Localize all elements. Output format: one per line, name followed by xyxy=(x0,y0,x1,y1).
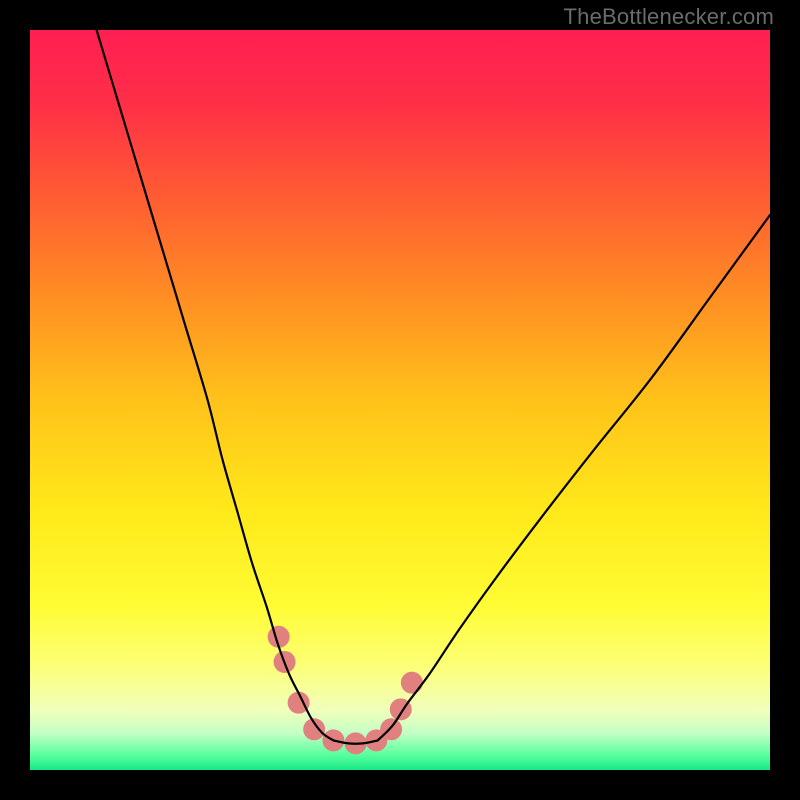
right-branch-curve xyxy=(378,215,770,740)
valley-marker xyxy=(380,718,402,740)
plot-area xyxy=(30,30,770,770)
valley-markers xyxy=(268,626,423,755)
curve-layer xyxy=(30,30,770,770)
watermark-text: TheBottlenecker.com xyxy=(564,4,774,30)
chart-frame: TheBottlenecker.com xyxy=(0,0,800,800)
left-branch-curve xyxy=(97,30,334,740)
valley-marker xyxy=(401,672,423,694)
